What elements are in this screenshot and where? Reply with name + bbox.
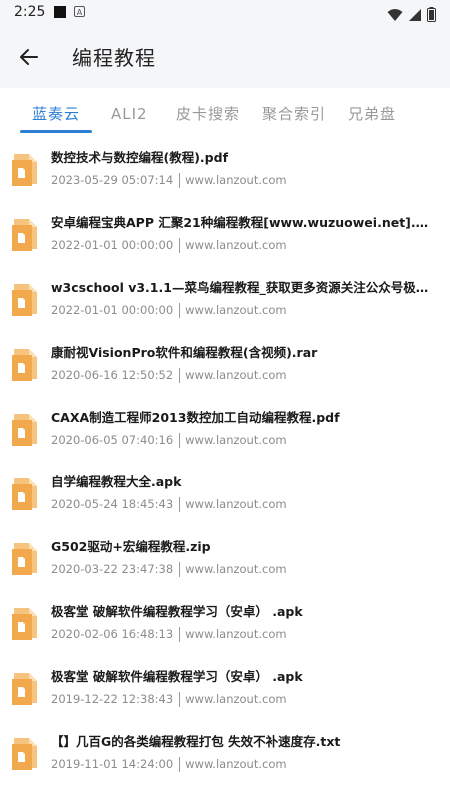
meta-divider [179, 302, 181, 318]
file-icon [10, 217, 40, 251]
file-meta: 2020-05-24 18:45:43 www.lanzout.com [51, 497, 287, 513]
tab-lanzouyun[interactable]: 蓝奏云 [32, 96, 80, 132]
back-button[interactable] [10, 38, 48, 76]
meta-divider [179, 173, 181, 188]
file-row[interactable]: 数控技术与数控编程(教程).pdf 2023-05-29 05:07:14 www.… [0, 138, 450, 203]
file-row[interactable]: w3cschool v3.1.1—菜鸟编程教程_获取更多资源关注公众号极客喵荐.… [0, 268, 450, 333]
file-meta: 2020-06-05 07:40:16 www.lanzout.com [51, 432, 287, 448]
file-name: CAXA制造工程师2013数控加工自动编程教程.pdf [51, 409, 340, 425]
page-title: 编程教程 [72, 46, 156, 70]
file-icon [10, 476, 40, 511]
file-source: www.lanzout.com [185, 367, 287, 382]
signal-icon [408, 8, 421, 21]
file-icon [10, 541, 40, 576]
file-source: www.lanzout.com [185, 432, 287, 447]
file-date: 2020-06-16 12:50:52 [51, 367, 174, 382]
file-name: w3cschool v3.1.1—菜鸟编程教程_获取更多资源关注公众号极客喵荐.… [51, 279, 436, 295]
file-row[interactable]: G502驱动+宏编程教程.zip 2020-03-22 23:47:38 www.l… [0, 527, 450, 592]
file-icon [10, 671, 40, 706]
meta-divider [179, 692, 181, 708]
file-icon [10, 152, 40, 186]
file-date: 2019-12-22 12:38:43 [51, 692, 174, 707]
file-date: 2019-11-01 14:24:00 [51, 757, 174, 772]
file-row[interactable]: 康耐视VisionPro软件和编程教程(含视频).rar 2020-06-16 1… [0, 333, 450, 398]
file-row[interactable]: 极客堂 破解软件编程教程学习（安卓） .apk 2020-02-06 16:48:… [0, 592, 450, 657]
file-source: www.lanzout.com [185, 173, 287, 187]
wifi-icon [387, 8, 403, 21]
app-bar: 编程教程 [0, 26, 450, 88]
tab-aggregate-index[interactable]: 聚合索引 [262, 96, 326, 132]
arrow-left-icon [20, 49, 38, 65]
file-name: 自学编程教程大全.apk [51, 474, 182, 490]
tab-pika-search[interactable]: 皮卡搜索 [176, 96, 240, 132]
file-row[interactable]: 极客堂 破解软件编程教程学习（安卓） .apk 2019-12-22 12:38:… [0, 657, 450, 722]
file-date: 2020-06-05 07:40:16 [51, 432, 174, 447]
meta-divider [179, 237, 181, 253]
file-row[interactable]: 自学编程教程大全.apk 2020-05-24 18:45:43 www.lanzo… [0, 462, 450, 527]
file-meta: 2020-02-06 16:48:13 www.lanzout.com [51, 627, 287, 643]
file-meta: 2019-11-01 14:24:00 www.lanzout.com [51, 757, 287, 773]
file-name: 安卓编程宝典APP 汇聚21种编程教程[www.wuzuowei.net].ap… [51, 214, 436, 230]
status-bar: 2:25 A [0, 0, 450, 26]
tab-ali2[interactable]: ALI2 [111, 96, 148, 132]
notification-square-icon [54, 6, 66, 18]
file-source: www.lanzout.com [185, 757, 287, 772]
battery-icon [427, 7, 436, 22]
file-name: 数控技术与数控编程(教程).pdf [51, 150, 229, 165]
file-source: www.lanzout.com [185, 497, 287, 512]
file-name: 【】几百G的各类编程教程打包 失效不补速度存.txt [51, 734, 341, 750]
file-icon [10, 606, 40, 641]
file-source: www.lanzout.com [185, 302, 287, 317]
notification-a-icon: A [74, 6, 85, 17]
status-time: 2:25 [14, 4, 46, 20]
file-meta: 2023-05-29 05:07:14 www.lanzout.com [51, 173, 287, 188]
file-date: 2023-05-29 05:07:14 [51, 173, 174, 187]
file-date: 2020-03-22 23:47:38 [51, 562, 174, 577]
meta-divider [179, 432, 181, 448]
file-icon [10, 282, 40, 316]
file-name: 极客堂 破解软件编程教程学习（安卓） .apk [51, 604, 303, 620]
file-meta: 2020-03-22 23:47:38 www.lanzout.com [51, 562, 287, 578]
file-meta: 2019-12-22 12:38:43 www.lanzout.com [51, 692, 287, 708]
file-icon [10, 412, 40, 446]
active-tab-indicator [20, 130, 92, 133]
file-date: 2022-01-01 00:00:00 [51, 237, 174, 252]
file-meta: 2022-01-01 00:00:00 www.lanzout.com [51, 302, 287, 318]
source-tabs: 蓝奏云 ALI2 皮卡搜索 聚合索引 兄弟盘 [0, 96, 450, 134]
file-row[interactable]: CAXA制造工程师2013数控加工自动编程教程.pdf 2020-06-05 07… [0, 398, 450, 463]
tab-xiongdi-pan[interactable]: 兄弟盘 [348, 96, 396, 132]
file-list: 数控技术与数控编程(教程).pdf 2023-05-29 05:07:14 www.… [0, 138, 450, 787]
file-name: 康耐视VisionPro软件和编程教程(含视频).rar [51, 344, 318, 360]
file-date: 2020-02-06 16:48:13 [51, 627, 174, 642]
file-icon [10, 736, 40, 771]
file-icon [10, 347, 40, 381]
file-source: www.lanzout.com [185, 237, 287, 252]
meta-divider [179, 562, 181, 578]
meta-divider [179, 627, 181, 643]
file-meta: 2022-01-01 00:00:00 www.lanzout.com [51, 237, 287, 253]
file-row[interactable]: 【】几百G的各类编程教程打包 失效不补速度存.txt 2019-11-01 14:… [0, 722, 450, 787]
file-source: www.lanzout.com [185, 627, 287, 642]
meta-divider [179, 757, 181, 773]
meta-divider [179, 367, 181, 383]
file-date: 2022-01-01 00:00:00 [51, 302, 174, 317]
meta-divider [179, 497, 181, 513]
status-icons [387, 4, 436, 22]
file-date: 2020-05-24 18:45:43 [51, 497, 174, 512]
file-name: 极客堂 破解软件编程教程学习（安卓） .apk [51, 669, 303, 685]
file-name: G502驱动+宏编程教程.zip [51, 539, 211, 555]
file-meta: 2020-06-16 12:50:52 www.lanzout.com [51, 367, 287, 383]
file-row[interactable]: 安卓编程宝典APP 汇聚21种编程教程[www.wuzuowei.net].ap… [0, 203, 450, 268]
file-source: www.lanzout.com [185, 562, 287, 577]
file-source: www.lanzout.com [185, 692, 287, 707]
